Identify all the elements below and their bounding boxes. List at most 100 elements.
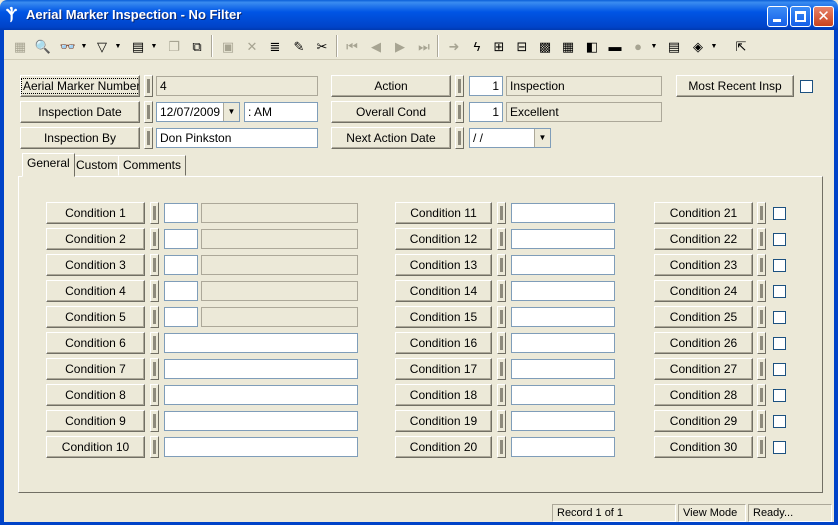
condition-1-button[interactable]: Condition 1 — [46, 202, 145, 224]
condition-2-code[interactable] — [164, 229, 198, 249]
condition-24-button[interactable]: Condition 24 — [654, 280, 753, 302]
condition-21-checkbox[interactable] — [773, 207, 786, 220]
condition-7-button[interactable]: Condition 7 — [46, 358, 145, 380]
condition-11-field[interactable] — [511, 203, 615, 223]
field-grip[interactable] — [497, 410, 506, 432]
cart-icon[interactable]: ▬ — [605, 36, 625, 56]
stack-icon[interactable]: ≣ — [265, 36, 285, 56]
field-grip[interactable] — [757, 410, 766, 432]
condition-10-field[interactable] — [164, 437, 358, 457]
field-grip[interactable] — [497, 202, 506, 224]
field-grip[interactable] — [497, 358, 506, 380]
condition-14-field[interactable] — [511, 281, 615, 301]
condition-6-button[interactable]: Condition 6 — [46, 332, 145, 354]
field-grip[interactable] — [150, 228, 159, 250]
condition-13-field[interactable] — [511, 255, 615, 275]
condition-9-field[interactable] — [164, 411, 358, 431]
inspection-time-field[interactable]: : AM — [244, 102, 318, 122]
inspection-date-field[interactable]: 12/07/2009 ▼ — [156, 102, 240, 122]
calculator-icon[interactable]: ▦ — [558, 36, 578, 56]
overall-cond-button[interactable]: Overall Cond — [331, 101, 451, 123]
report-icon[interactable]: ▤ — [128, 36, 148, 56]
condition-28-checkbox[interactable] — [773, 389, 786, 402]
condition-4-button[interactable]: Condition 4 — [46, 280, 145, 302]
condition-25-checkbox[interactable] — [773, 311, 786, 324]
edit-pencil-icon[interactable]: ✎ — [289, 36, 309, 56]
condition-24-checkbox[interactable] — [773, 285, 786, 298]
condition-27-button[interactable]: Condition 27 — [654, 358, 753, 380]
field-grip[interactable] — [150, 358, 159, 380]
next-action-date-button[interactable]: Next Action Date — [331, 127, 451, 149]
inspection-by-button[interactable]: Inspection By — [20, 127, 140, 149]
chevron-down-icon[interactable]: ▼ — [534, 129, 550, 147]
maximize-button[interactable] — [790, 6, 811, 27]
condition-29-checkbox[interactable] — [773, 415, 786, 428]
field-grip[interactable] — [150, 280, 159, 302]
aerial-marker-number-button[interactable]: Aerial Marker Number — [20, 75, 140, 97]
chevron-down-icon[interactable]: ▼ — [223, 103, 239, 121]
field-grip[interactable] — [497, 254, 506, 276]
condition-23-checkbox[interactable] — [773, 259, 786, 272]
field-grip[interactable] — [497, 228, 506, 250]
most-recent-insp-button[interactable]: Most Recent Insp — [676, 75, 794, 97]
condition-18-button[interactable]: Condition 18 — [395, 384, 492, 406]
condition-8-button[interactable]: Condition 8 — [46, 384, 145, 406]
condition-22-button[interactable]: Condition 22 — [654, 228, 753, 250]
condition-5-code[interactable] — [164, 307, 198, 327]
condition-22-checkbox[interactable] — [773, 233, 786, 246]
tree-icon[interactable]: ⊞ — [489, 36, 509, 56]
field-grip[interactable] — [150, 332, 159, 354]
hierarchy-icon[interactable]: ⊟ — [512, 36, 532, 56]
field-grip[interactable] — [757, 254, 766, 276]
field-grip[interactable] — [757, 280, 766, 302]
field-grip[interactable] — [150, 436, 159, 458]
field-grip[interactable] — [757, 436, 766, 458]
condition-12-button[interactable]: Condition 12 — [395, 228, 492, 250]
field-grip[interactable] — [455, 101, 464, 123]
minimize-button[interactable] — [767, 6, 788, 27]
condition-3-code[interactable] — [164, 255, 198, 275]
condition-19-button[interactable]: Condition 19 — [395, 410, 492, 432]
condition-26-checkbox[interactable] — [773, 337, 786, 350]
field-grip[interactable] — [497, 384, 506, 406]
tab-custom[interactable]: Custom — [71, 155, 123, 176]
list-icon[interactable]: ▤ — [664, 36, 684, 56]
field-grip[interactable] — [144, 127, 153, 149]
condition-23-button[interactable]: Condition 23 — [654, 254, 753, 276]
cut-icon[interactable]: ✂ — [312, 36, 332, 56]
condition-17-field[interactable] — [511, 359, 615, 379]
field-grip[interactable] — [757, 202, 766, 224]
inspection-date-button[interactable]: Inspection Date — [20, 101, 140, 123]
condition-4-code[interactable] — [164, 281, 198, 301]
lightning-icon[interactable]: ϟ — [467, 36, 487, 56]
field-grip[interactable] — [150, 306, 159, 328]
next-action-date-field[interactable]: / / ▼ — [469, 128, 551, 148]
condition-5-button[interactable]: Condition 5 — [46, 306, 145, 328]
last-record-icon[interactable]: ⏭ — [414, 36, 434, 56]
condition-19-field[interactable] — [511, 411, 615, 431]
first-record-icon[interactable]: ⏮ — [342, 36, 362, 56]
copy-icon[interactable]: ❐ — [164, 36, 184, 56]
condition-16-button[interactable]: Condition 16 — [395, 332, 492, 354]
binoculars-icon[interactable]: 👓 — [58, 36, 78, 56]
condition-27-checkbox[interactable] — [773, 363, 786, 376]
field-grip[interactable] — [150, 202, 159, 224]
goto-icon[interactable]: ➜ — [444, 36, 464, 56]
book-icon[interactable]: ◈ — [688, 36, 708, 56]
field-grip[interactable] — [455, 127, 464, 149]
action-code-field[interactable]: 1 — [469, 76, 503, 96]
field-grip[interactable] — [150, 254, 159, 276]
condition-30-checkbox[interactable] — [773, 441, 786, 454]
condition-15-button[interactable]: Condition 15 — [395, 306, 492, 328]
condition-11-button[interactable]: Condition 11 — [395, 202, 492, 224]
condition-26-button[interactable]: Condition 26 — [654, 332, 753, 354]
field-grip[interactable] — [144, 75, 153, 97]
globe-dropdown-icon[interactable]: ▼ — [650, 36, 658, 56]
condition-18-field[interactable] — [511, 385, 615, 405]
title-bar[interactable]: Ⲯ Aerial Marker Inspection - No Filter ✕ — [0, 0, 838, 30]
gis-icon[interactable]: ◧ — [582, 36, 602, 56]
field-grip[interactable] — [497, 332, 506, 354]
inspection-by-field[interactable]: Don Pinkston — [156, 128, 318, 148]
action-button[interactable]: Action — [331, 75, 451, 97]
close-button[interactable]: ✕ — [813, 6, 834, 27]
